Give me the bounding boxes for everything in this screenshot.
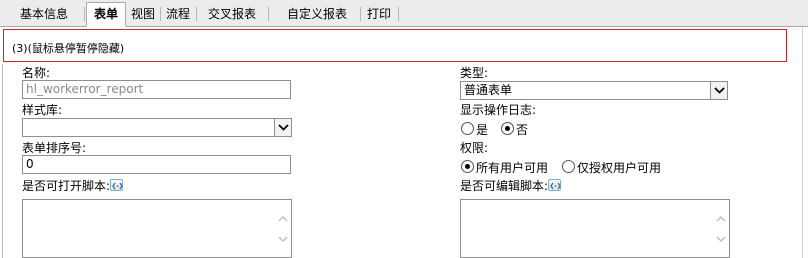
tab-bar: 基本信息 表单 视图 流程 交叉报表 自定义报表 打印 bbox=[0, 0, 808, 27]
name-input[interactable]: hl_workerror_report bbox=[22, 80, 291, 99]
open-script-textarea[interactable] bbox=[22, 199, 292, 258]
log-yes-radio[interactable] bbox=[461, 122, 474, 135]
tab-basic-info[interactable]: 基本信息 bbox=[9, 4, 79, 26]
hint-text: (3)(鼠标悬停暂停隐藏) bbox=[12, 42, 125, 55]
log-label: 显示操作日志: bbox=[460, 103, 537, 117]
form-order-input[interactable]: 0 bbox=[22, 155, 291, 174]
tab-flow[interactable]: 流程 bbox=[161, 4, 195, 26]
textarea-scrollbar[interactable] bbox=[712, 200, 729, 257]
tab-separator bbox=[360, 7, 361, 21]
perm-authorized-radio[interactable] bbox=[562, 160, 575, 173]
tab-print[interactable]: 打印 bbox=[363, 4, 395, 26]
frame-border-left bbox=[2, 64, 3, 258]
scroll-down-icon[interactable] bbox=[278, 236, 288, 242]
tab-separator bbox=[268, 7, 269, 21]
tab-cross-report[interactable]: 交叉报表 bbox=[200, 4, 264, 26]
scroll-up-icon[interactable] bbox=[716, 216, 726, 222]
chevron-down-icon[interactable] bbox=[710, 82, 727, 99]
tab-separator bbox=[196, 7, 197, 21]
style-library-select[interactable] bbox=[22, 118, 292, 137]
log-yes-label[interactable]: 是 bbox=[476, 121, 488, 138]
frame-border-right bbox=[802, 27, 803, 258]
permission-label: 权限: bbox=[460, 141, 489, 155]
form-order-label: 表单排序号: bbox=[22, 141, 87, 155]
scroll-up-icon[interactable] bbox=[278, 216, 288, 222]
perm-authorized-label[interactable]: 仅授权用户可用 bbox=[577, 159, 661, 176]
chevron-down-icon[interactable] bbox=[274, 119, 291, 136]
type-label: 类型: bbox=[460, 66, 489, 80]
open-script-label: 是否可打开脚本: bbox=[22, 179, 111, 193]
hint-box: (3)(鼠标悬停暂停隐藏) bbox=[3, 29, 787, 62]
type-value: 普通表单 bbox=[464, 83, 513, 97]
log-no-radio[interactable] bbox=[501, 122, 514, 135]
perm-all-users-label[interactable]: 所有用户可用 bbox=[476, 159, 548, 176]
style-library-label: 样式库: bbox=[22, 103, 63, 117]
tab-custom-report[interactable]: 自定义报表 bbox=[278, 4, 356, 26]
script-icon[interactable] bbox=[110, 179, 123, 191]
textarea-scrollbar[interactable] bbox=[274, 200, 291, 257]
edit-script-textarea[interactable] bbox=[460, 199, 730, 258]
edit-script-label: 是否可编辑脚本: bbox=[460, 179, 549, 193]
type-select[interactable]: 普通表单 bbox=[460, 81, 728, 100]
tab-view[interactable]: 视图 bbox=[126, 4, 160, 26]
tab-separator bbox=[84, 7, 85, 21]
name-label: 名称: bbox=[22, 66, 51, 80]
script-icon[interactable] bbox=[548, 179, 561, 191]
tab-separator bbox=[398, 7, 399, 21]
log-no-label[interactable]: 否 bbox=[516, 121, 528, 138]
tab-form[interactable]: 表单 bbox=[86, 2, 126, 27]
perm-all-users-radio[interactable] bbox=[461, 160, 474, 173]
scroll-down-icon[interactable] bbox=[716, 236, 726, 242]
